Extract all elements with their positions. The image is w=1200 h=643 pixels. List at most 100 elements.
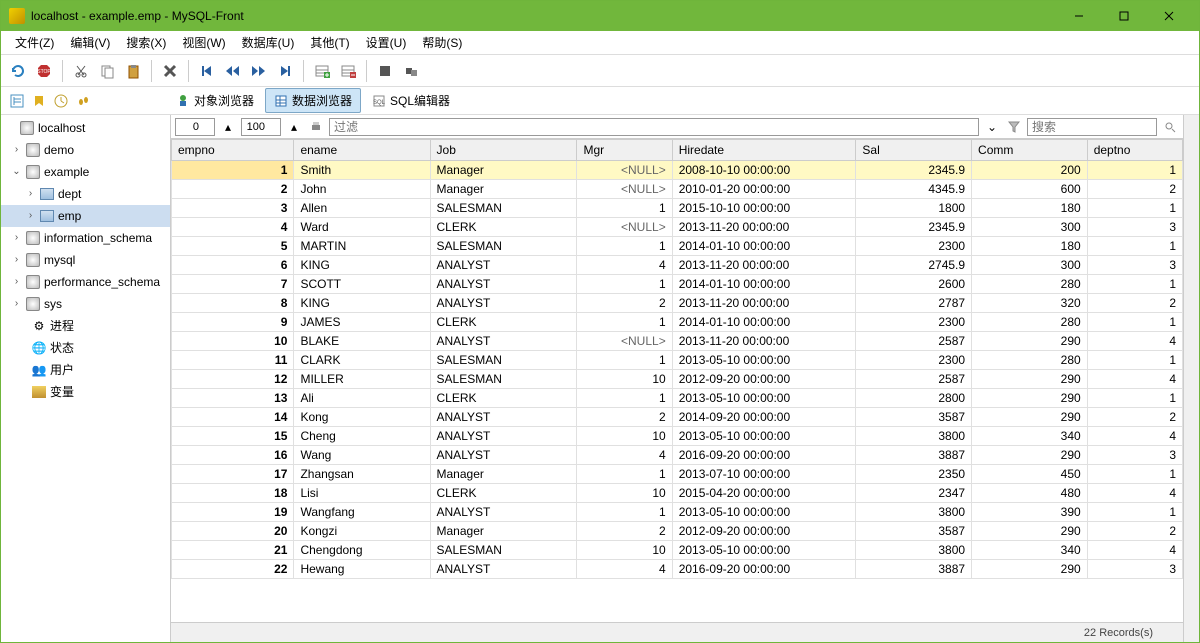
copy-icon[interactable]: [96, 60, 118, 82]
tree-processes[interactable]: ⚙进程: [1, 315, 170, 337]
window-title: localhost - example.emp - MySQL-Front: [31, 9, 1056, 23]
table-row[interactable]: 12MILLERSALESMAN102012-09-20 00:00:00258…: [172, 370, 1183, 389]
menu-edit[interactable]: 编辑(V): [62, 31, 118, 54]
column-header-comm[interactable]: Comm: [972, 140, 1088, 161]
table-row[interactable]: 3AllenSALESMAN12015-10-10 00:00:00180018…: [172, 199, 1183, 218]
first-record-icon[interactable]: [196, 60, 218, 82]
data-browser-icon: [274, 94, 288, 108]
tab-data-browser[interactable]: 数据浏览器: [265, 88, 361, 113]
object-browser-icon: [176, 94, 190, 108]
menu-settings[interactable]: 设置(U): [358, 31, 415, 54]
data-grid[interactable]: empnoenameJobMgrHiredateSalCommdeptno 1S…: [171, 139, 1183, 622]
maximize-button[interactable]: [1101, 1, 1146, 31]
tree-db-infoschema[interactable]: ›information_schema: [1, 227, 170, 249]
table-row[interactable]: 1SmithManager<NULL>2008-10-10 00:00:0023…: [172, 161, 1183, 180]
limit-input[interactable]: [241, 118, 281, 136]
table-row[interactable]: 13AliCLERK12013-05-10 00:00:0028002901: [172, 389, 1183, 408]
svg-text:STOP: STOP: [37, 69, 51, 75]
tree-db-perfschema[interactable]: ›performance_schema: [1, 271, 170, 293]
tree-db-sys[interactable]: ›sys: [1, 293, 170, 315]
column-header-mgr[interactable]: Mgr: [577, 140, 672, 161]
stop-icon[interactable]: STOP: [33, 60, 55, 82]
table-row[interactable]: 19WangfangANALYST12013-05-10 00:00:00380…: [172, 503, 1183, 522]
tree-db-mysql[interactable]: ›mysql: [1, 249, 170, 271]
table-row[interactable]: 9JAMESCLERK12014-01-10 00:00:0023002801: [172, 313, 1183, 332]
tree-db-demo[interactable]: ›demo: [1, 139, 170, 161]
delete-icon[interactable]: [159, 60, 181, 82]
tab-sql-editor[interactable]: SQL SQL编辑器: [363, 88, 459, 113]
table-row[interactable]: 21ChengdongSALESMAN102013-05-10 00:00:00…: [172, 541, 1183, 560]
column-header-ename[interactable]: ename: [294, 140, 430, 161]
prev-page-icon[interactable]: [222, 60, 244, 82]
table-row[interactable]: 8KINGANALYST22013-11-20 00:00:0027873202: [172, 294, 1183, 313]
view-tabs: 对象浏览器 数据浏览器 SQL SQL编辑器: [1, 87, 1199, 115]
users-icon: 👥: [31, 362, 47, 378]
menu-file[interactable]: 文件(Z): [7, 31, 62, 54]
tree-table-dept[interactable]: ›dept: [1, 183, 170, 205]
table-row[interactable]: 6KINGANALYST42013-11-20 00:00:002745.930…: [172, 256, 1183, 275]
tree-variables[interactable]: 变量: [1, 381, 170, 403]
tree-db-example[interactable]: ⌄example: [1, 161, 170, 183]
table-row[interactable]: 7SCOTTANALYST12014-01-10 00:00:002600280…: [172, 275, 1183, 294]
column-header-empno[interactable]: empno: [172, 140, 294, 161]
table-row[interactable]: 2JohnManager<NULL>2010-01-20 00:00:00434…: [172, 180, 1183, 199]
menu-help[interactable]: 帮助(S): [414, 31, 470, 54]
svg-text:SQL: SQL: [373, 100, 386, 106]
table-row[interactable]: 4WardCLERK<NULL>2013-11-20 00:00:002345.…: [172, 218, 1183, 237]
tree-table-emp[interactable]: ›emp: [1, 205, 170, 227]
refresh-icon[interactable]: [7, 60, 29, 82]
tree-users[interactable]: 👥用户: [1, 359, 170, 381]
table-row[interactable]: 11CLARKSALESMAN12013-05-10 00:00:0023002…: [172, 351, 1183, 370]
vertical-scrollbar[interactable]: [1183, 115, 1199, 642]
footprint-icon[interactable]: [73, 91, 93, 111]
minimize-button[interactable]: [1056, 1, 1101, 31]
bookmark-icon[interactable]: [29, 91, 49, 111]
table-row[interactable]: 5MARTINSALESMAN12014-01-10 00:00:0023001…: [172, 237, 1183, 256]
post-icon[interactable]: [374, 60, 396, 82]
close-button[interactable]: [1146, 1, 1191, 31]
column-header-deptno[interactable]: deptno: [1087, 140, 1182, 161]
spin-up-icon-2[interactable]: ▴: [285, 118, 303, 136]
table-row[interactable]: 18LisiCLERK102015-04-20 00:00:0023474804: [172, 484, 1183, 503]
menu-view[interactable]: 视图(W): [174, 31, 233, 54]
offset-input[interactable]: [175, 118, 215, 136]
search-icon[interactable]: [1161, 118, 1179, 136]
paste-icon[interactable]: [122, 60, 144, 82]
filter-input[interactable]: [329, 118, 979, 136]
table-row[interactable]: 10BLAKEANALYST<NULL>2013-11-20 00:00:002…: [172, 332, 1183, 351]
database-tree[interactable]: localhost ›demo ⌄example ›dept ›emp ›inf…: [1, 115, 171, 642]
spin-up-icon[interactable]: ▴: [219, 118, 237, 136]
next-page-icon[interactable]: [248, 60, 270, 82]
menu-other[interactable]: 其他(T): [302, 31, 357, 54]
table-row[interactable]: 17ZhangsanManager12013-07-10 00:00:00235…: [172, 465, 1183, 484]
table-row[interactable]: 15ChengANALYST102013-05-10 00:00:0038003…: [172, 427, 1183, 446]
history-icon[interactable]: [51, 91, 71, 111]
column-header-job[interactable]: Job: [430, 140, 577, 161]
table-row[interactable]: 16WangANALYST42016-09-20 00:00:003887290…: [172, 446, 1183, 465]
statusbar: 22 Records(s): [171, 622, 1183, 642]
search-input[interactable]: [1027, 118, 1157, 136]
box-icon: [32, 386, 46, 398]
cut-icon[interactable]: [70, 60, 92, 82]
cancel-icon[interactable]: [400, 60, 422, 82]
funnel-icon[interactable]: [1005, 118, 1023, 136]
table-row[interactable]: 14KongANALYST22014-09-20 00:00:003587290…: [172, 408, 1183, 427]
delete-row-icon[interactable]: [337, 60, 359, 82]
menu-search[interactable]: 搜索(X): [118, 31, 174, 54]
menu-database[interactable]: 数据库(U): [234, 31, 303, 54]
tab-object-browser[interactable]: 对象浏览器: [167, 88, 263, 113]
tree-toggle-icon[interactable]: [7, 91, 27, 111]
titlebar[interactable]: localhost - example.emp - MySQL-Front: [1, 1, 1199, 31]
last-record-icon[interactable]: [274, 60, 296, 82]
column-header-sal[interactable]: Sal: [856, 140, 972, 161]
table-row[interactable]: 20KongziManager22012-09-20 00:00:0035872…: [172, 522, 1183, 541]
tree-host[interactable]: localhost: [1, 117, 170, 139]
column-header-hiredate[interactable]: Hiredate: [672, 140, 856, 161]
tree-status[interactable]: 🌐状态: [1, 337, 170, 359]
filter-bar: ▴ ▴ ⌄: [171, 115, 1183, 139]
dropdown-icon[interactable]: ⌄: [983, 118, 1001, 136]
print-icon[interactable]: [307, 118, 325, 136]
insert-row-icon[interactable]: [311, 60, 333, 82]
table-row[interactable]: 22HewangANALYST42016-09-20 00:00:0038872…: [172, 560, 1183, 579]
gear-icon: ⚙: [31, 318, 47, 334]
